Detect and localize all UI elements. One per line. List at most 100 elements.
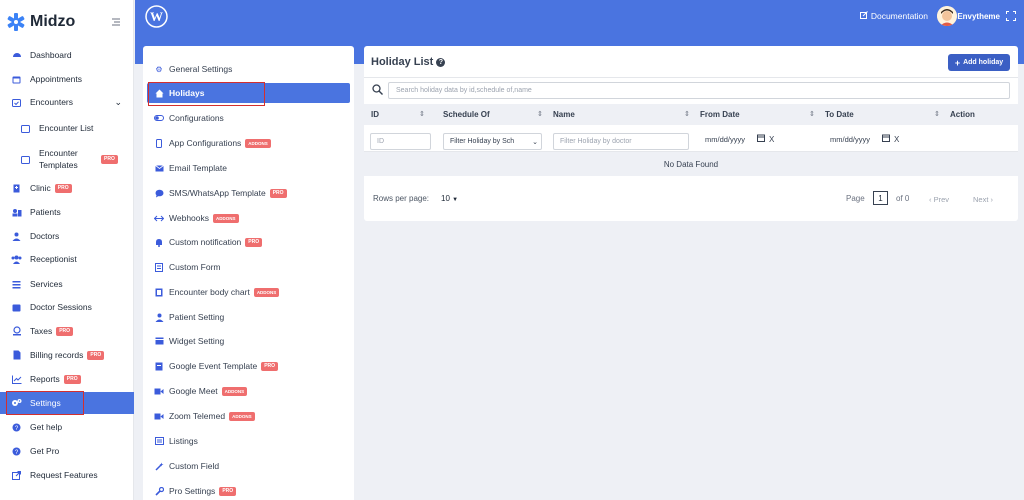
sidebar: Midzo Dashboard Appointments Encounters … — [0, 0, 134, 500]
settings-item-listings[interactable]: Listings — [147, 431, 350, 451]
sidebar-item-encounter-list[interactable]: Encounter List — [0, 117, 134, 139]
settings-item-zoom-telemed[interactable]: Zoom Telemed ADDONS — [147, 406, 350, 426]
toggle-icon — [154, 113, 164, 123]
id-filter-placeholder: ID — [377, 138, 384, 145]
avatar[interactable] — [937, 6, 957, 26]
webhook-icon — [154, 213, 164, 223]
sidebar-item-label: Doctor Sessions — [30, 302, 92, 312]
fullscreen-icon[interactable] — [1006, 11, 1016, 21]
settings-item-google-meet[interactable]: Google Meet ADDONS — [147, 381, 350, 401]
sidebar-item-services[interactable]: Services — [0, 273, 134, 295]
column-header-name[interactable]: Name — [553, 110, 575, 119]
sidebar-item-clinic[interactable]: Clinic PRO — [0, 177, 134, 199]
plus-icon: + — [954, 57, 961, 68]
menu-toggle-icon[interactable] — [111, 17, 121, 27]
chevron-right-icon: › — [990, 195, 994, 204]
next-page-button[interactable]: Next › — [973, 195, 993, 204]
sidebar-item-taxes[interactable]: Taxes PRO — [0, 320, 134, 342]
sort-icon[interactable]: ⇕ — [934, 110, 940, 118]
sidebar-item-encounter-templates[interactable]: Encounter Templates PRO — [0, 146, 134, 172]
gears-icon: ⚙ — [155, 64, 163, 74]
chevron-down-icon[interactable]: ⌄ — [114, 97, 122, 108]
settings-item-label: Configurations — [169, 113, 224, 123]
column-header-id[interactable]: ID — [371, 110, 379, 119]
sidebar-item-get-help[interactable]: ? Get help — [0, 416, 134, 438]
calendar-icon[interactable] — [882, 134, 891, 144]
settings-item-google-event-template[interactable]: Google Event Template PRO — [147, 356, 350, 376]
sidebar-item-label: Request Features — [30, 470, 98, 480]
rows-per-page-select[interactable]: 10 ▼ — [441, 194, 458, 203]
settings-item-label: Webhooks — [169, 213, 210, 223]
add-holiday-label: Add holiday — [963, 59, 1004, 66]
sort-icon[interactable]: ⇕ — [419, 110, 425, 118]
table-header: ID ⇕ Schedule Of ⇕ Name ⇕ From Date ⇕ To… — [364, 104, 1018, 125]
file-icon — [11, 350, 22, 361]
from-date-value: mm/dd/yyyy — [705, 134, 746, 144]
calendar-icon[interactable] — [757, 134, 766, 144]
settings-item-webhooks[interactable]: Webhooks ADDONS — [147, 208, 350, 228]
to-date-clear[interactable]: X — [894, 135, 899, 144]
sidebar-item-label: Dashboard — [30, 50, 72, 60]
sidebar-item-reports[interactable]: Reports PRO — [0, 368, 134, 390]
settings-item-encounter-body-chart[interactable]: Encounter body chart ADDONS — [147, 282, 350, 302]
settings-item-widget-setting[interactable]: Widget Setting — [147, 331, 350, 351]
users-icon — [11, 207, 22, 218]
add-holiday-button[interactable]: + Add holiday — [948, 54, 1010, 71]
sidebar-item-doctors[interactable]: Doctors — [0, 225, 134, 247]
search-input[interactable]: Search holiday data by id,schedule of,na… — [388, 82, 1010, 99]
column-header-schedule-of[interactable]: Schedule Of — [443, 110, 490, 119]
column-header-from-date[interactable]: From Date — [700, 110, 740, 119]
addons-badge: ADDONS — [221, 386, 248, 396]
prev-label: Prev — [933, 195, 950, 204]
search-placeholder: Search holiday data by id,schedule of,na… — [396, 87, 532, 94]
sidebar-item-label: Receptionist — [30, 254, 77, 264]
from-date-input[interactable]: mm/dd/yyyy X — [705, 134, 774, 144]
settings-item-custom-notification[interactable]: Custom notification PRO — [147, 232, 350, 252]
user-name[interactable]: Envytheme — [957, 12, 1000, 21]
settings-item-label: Zoom Telemed — [169, 411, 226, 421]
addons-badge: ADDONS — [245, 138, 271, 148]
sidebar-item-doctor-sessions[interactable]: Doctor Sessions — [0, 296, 134, 318]
settings-item-label: Pro Settings — [169, 486, 216, 496]
sidebar-item-get-pro[interactable]: ? Get Pro — [0, 440, 134, 462]
pro-badge: PRO — [269, 188, 287, 198]
sidebar-item-billing-records[interactable]: Billing records PRO — [0, 344, 134, 366]
settings-item-email-template[interactable]: Email Template — [147, 158, 350, 178]
name-filter-placeholder: Filter Holiday by doctor — [560, 138, 632, 145]
sort-icon[interactable]: ⇕ — [809, 110, 815, 118]
sidebar-item-encounters[interactable]: Encounters ⌄ — [0, 91, 134, 113]
name-filter-input[interactable]: Filter Holiday by doctor — [553, 133, 689, 150]
settings-item-pro-settings[interactable]: Pro Settings PRO — [147, 481, 350, 500]
from-date-clear[interactable]: X — [769, 135, 774, 144]
wordpress-icon[interactable]: W — [145, 5, 168, 28]
column-header-action: Action — [950, 110, 975, 119]
sidebar-item-dashboard[interactable]: Dashboard — [0, 44, 134, 66]
id-filter-input[interactable]: ID — [370, 133, 431, 150]
sort-icon[interactable]: ⇕ — [537, 110, 543, 118]
sidebar-item-receptionist[interactable]: Receptionist — [0, 248, 134, 270]
sidebar-item-label: Encounter Templates — [39, 148, 78, 170]
rows-per-page-label: Rows per page: — [373, 194, 430, 203]
sort-icon[interactable]: ⇕ — [684, 110, 690, 118]
settings-item-app-configurations[interactable]: App Configurations ADDONS — [147, 133, 350, 153]
sidebar-item-patients[interactable]: Patients — [0, 201, 134, 223]
settings-item-label: Google Event Template — [169, 361, 258, 371]
settings-item-general[interactable]: ⚙ General Settings — [147, 59, 350, 79]
prev-page-button[interactable]: ‹ Prev — [929, 195, 949, 204]
calendar-icon — [20, 123, 31, 134]
settings-item-configurations[interactable]: Configurations — [147, 108, 350, 128]
documentation-link[interactable]: Documentation — [859, 11, 928, 21]
settings-item-custom-form[interactable]: Custom Form — [147, 257, 350, 277]
help-icon[interactable]: ? — [436, 57, 446, 67]
settings-item-custom-field[interactable]: Custom Field — [147, 456, 350, 476]
settings-item-patient-setting[interactable]: Patient Setting — [147, 307, 350, 327]
settings-item-sms-whatsapp[interactable]: SMS/WhatsApp Template PRO — [147, 183, 350, 203]
schedule-filter-select[interactable]: Filter Holiday by Sch ⌄ — [443, 133, 542, 150]
page-number-input[interactable]: 1 — [873, 191, 888, 205]
sidebar-item-request-features[interactable]: Request Features — [0, 464, 134, 486]
to-date-input[interactable]: mm/dd/yyyy X — [830, 134, 899, 144]
chevron-down-icon: ⌄ — [532, 138, 538, 146]
column-header-to-date[interactable]: To Date — [825, 110, 854, 119]
pro-badge: PRO — [56, 326, 74, 336]
sidebar-item-appointments[interactable]: Appointments — [0, 68, 134, 90]
